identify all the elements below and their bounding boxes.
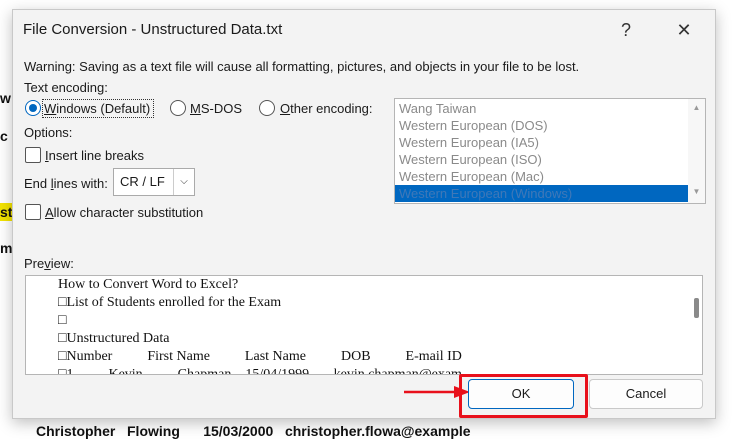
encoding-list-item[interactable]: Wang Taiwan xyxy=(395,100,689,117)
preview-line: □Unstructured Data xyxy=(58,331,170,346)
chevron-down-icon[interactable]: ⌵ xyxy=(173,169,194,195)
preview-line: □List of Students enrolled for the Exam xyxy=(58,295,282,310)
preview-line: □1 Kevin Chapman 15/04/1999 kevin.chapma… xyxy=(58,367,462,375)
radio-button-icon[interactable] xyxy=(25,100,41,116)
radio-label[interactable]: MS-DOS xyxy=(190,101,242,116)
radio-label[interactable]: Other encoding: xyxy=(280,101,373,116)
text-encoding-label: Text encoding: xyxy=(24,80,108,95)
end-lines-select[interactable]: CR / LF ⌵ xyxy=(113,168,195,196)
checkbox-icon[interactable] xyxy=(25,147,41,163)
radio-label[interactable]: Windows (Default) xyxy=(44,101,150,116)
end-lines-value: CR / LF xyxy=(120,174,165,189)
checkbox-label[interactable]: Allow character substitution xyxy=(45,205,203,220)
bg-doc-fragment: m xyxy=(0,240,13,256)
encoding-list-item[interactable]: Western European (DOS) xyxy=(395,117,689,134)
preview-scrollbar-thumb[interactable] xyxy=(694,298,699,318)
options-label: Options: xyxy=(24,125,73,140)
preview-line: □Number First Name Last Name DOB E-mail … xyxy=(58,349,462,364)
listbox-scrollbar[interactable]: ▲ ▼ xyxy=(688,99,705,203)
close-button[interactable]: ✕ xyxy=(669,16,699,44)
dialog-title: File Conversion - Unstructured Data.txt xyxy=(23,21,283,38)
ok-button[interactable]: OK xyxy=(468,379,574,409)
cancel-button[interactable]: Cancel xyxy=(589,379,703,409)
preview-pane[interactable]: How to Convert Word to Excel? □List of S… xyxy=(25,275,703,375)
encoding-list-item-selected[interactable]: Western European (Windows) xyxy=(395,185,689,202)
scroll-up-icon[interactable]: ▲ xyxy=(688,103,705,112)
bg-doc-bottom-row: Christopher Flowing 15/03/2000 christoph… xyxy=(36,423,471,439)
bg-doc-fragment: w xyxy=(0,90,11,106)
preview-line: □ xyxy=(58,313,67,328)
preview-label: Preview: xyxy=(24,256,74,271)
scroll-down-icon[interactable]: ▼ xyxy=(688,187,705,196)
encoding-list-item[interactable]: Western European (ISO) xyxy=(395,151,689,168)
encoding-list-item[interactable]: Western European (IA5) xyxy=(395,134,689,151)
title-bar: File Conversion - Unstructured Data.txt … xyxy=(13,10,715,50)
checkbox-label[interactable]: Insert line breaks xyxy=(45,148,144,163)
bg-doc-fragment: st xyxy=(0,203,13,221)
checkbox-icon[interactable] xyxy=(25,204,41,220)
radio-button-icon[interactable] xyxy=(170,100,186,116)
encoding-list-item[interactable]: Western European (Mac) xyxy=(395,168,689,185)
warning-text: Warning: Saving as a text file will caus… xyxy=(24,59,580,74)
help-button[interactable]: ? xyxy=(611,16,641,44)
radio-button-icon[interactable] xyxy=(259,100,275,116)
preview-line: How to Convert Word to Excel? xyxy=(58,277,239,292)
bg-doc-fragment: c xyxy=(0,128,8,144)
encoding-listbox[interactable]: Wang Taiwan Western European (DOS) Weste… xyxy=(394,98,706,204)
end-lines-label: End lines with: xyxy=(24,176,108,191)
file-conversion-dialog: File Conversion - Unstructured Data.txt … xyxy=(12,9,716,419)
